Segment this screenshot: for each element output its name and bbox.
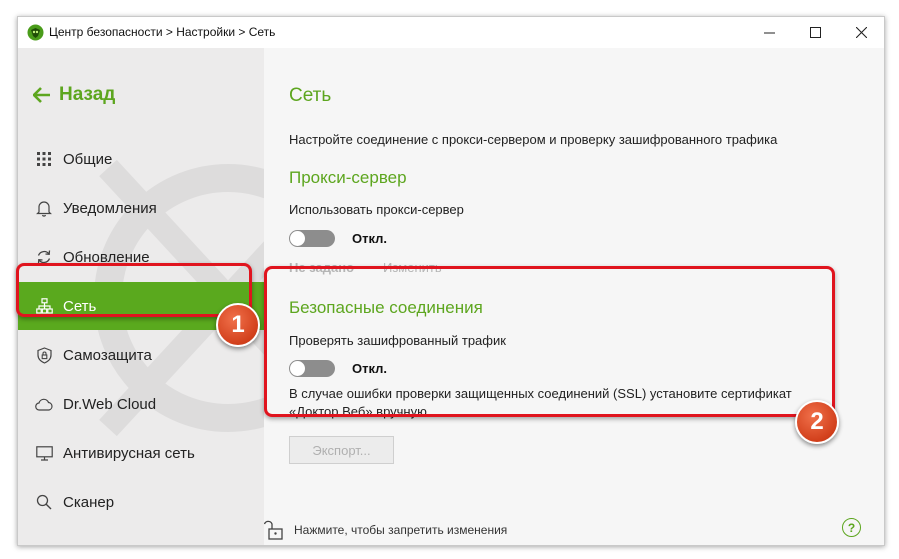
window-title: Центр безопасности > Настройки > Сеть — [49, 25, 276, 39]
maximize-button[interactable] — [792, 17, 838, 48]
minimize-icon — [763, 32, 775, 34]
grid-icon — [33, 148, 55, 170]
annotation-badge-2: 2 — [795, 400, 839, 444]
proxy-heading: Прокси-сервер — [289, 168, 407, 187]
close-button[interactable] — [838, 17, 884, 48]
bell-icon — [33, 197, 55, 219]
search-icon — [33, 491, 55, 513]
page-title: Сеть — [289, 85, 332, 106]
close-icon — [855, 27, 867, 38]
sidebar-item-label: Самозащита — [63, 346, 152, 364]
proxy-toggle-state: Откл. — [352, 231, 388, 246]
sidebar-item-label: Общие — [63, 150, 113, 168]
sidebar-item-general[interactable]: Общие — [18, 135, 264, 183]
sidebar-item-label: Уведомления — [63, 199, 157, 217]
arrow-left-icon — [33, 87, 50, 103]
lock-settings-text: Нажмите, чтобы запретить изменения — [294, 523, 508, 537]
export-button[interactable]: Экспорт... — [289, 436, 394, 464]
highlight-secure-connections — [264, 266, 835, 417]
sidebar-item-cloud[interactable]: Dr.Web Cloud — [18, 380, 264, 428]
page-description: Настройте соединение с прокси-сервером и… — [289, 132, 778, 147]
sidebar-item-label: Антивирусная сеть — [63, 444, 195, 462]
sidebar-item-antivirus-network[interactable]: Антивирусная сеть — [18, 429, 264, 477]
title-bar: Центр безопасности > Настройки > Сеть — [18, 17, 884, 48]
cloud-icon — [33, 393, 55, 415]
back-button[interactable]: Назад — [33, 84, 115, 106]
proxy-label: Использовать прокси-сервер — [289, 202, 464, 217]
back-label: Назад — [59, 84, 116, 105]
lock-settings-toggle[interactable]: Нажмите, чтобы запретить изменения — [264, 519, 507, 541]
monitor-icon — [33, 442, 55, 464]
sidebar-item-label: Dr.Web Cloud — [63, 395, 157, 413]
shield-icon — [33, 344, 55, 366]
proxy-toggle[interactable] — [289, 230, 335, 247]
sidebar-item-scanner[interactable]: Сканер — [18, 478, 264, 526]
sidebar-item-notifications[interactable]: Уведомления — [18, 184, 264, 232]
sidebar-item-label: Сканер — [63, 493, 115, 511]
annotation-badge-1: 1 — [216, 303, 260, 347]
toggle-knob — [290, 231, 305, 246]
maximize-icon — [809, 27, 821, 38]
help-button[interactable]: ? — [842, 518, 861, 537]
unlocked-padlock-icon — [264, 520, 283, 540]
drweb-logo-icon — [27, 24, 44, 41]
minimize-button[interactable] — [746, 17, 792, 48]
highlight-network-item — [16, 263, 252, 317]
